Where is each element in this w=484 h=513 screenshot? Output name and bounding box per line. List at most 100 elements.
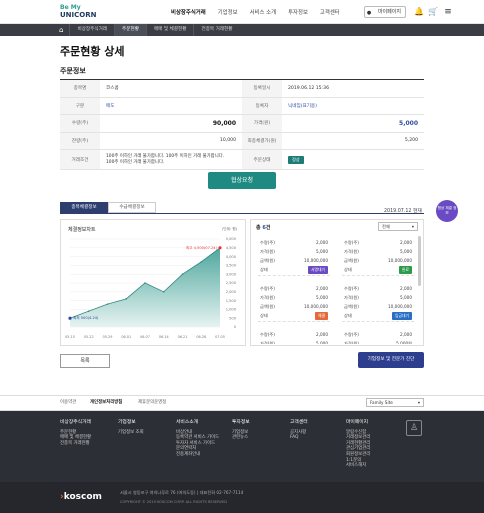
list-item[interactable]: 수량(주) 2,000 가격(원) 5,000 금액(원) 10,000,000 상태 완료: [338, 238, 418, 277]
footer-col-link[interactable]: FAQ: [290, 435, 308, 441]
y-tick-label: 500: [229, 316, 237, 320]
footer-col-link[interactable]: 서비스해지: [346, 463, 370, 469]
list-item-label: 금액(원): [260, 257, 275, 263]
list-item-value: 2,000: [400, 286, 412, 291]
nav-invest[interactable]: 투자정보: [288, 8, 308, 16]
breadcrumb-item-all-stocks[interactable]: 전종목 거래현황: [194, 24, 239, 36]
count-suffix: 건: [265, 225, 271, 231]
footer-col-heading[interactable]: 서비스소개: [176, 420, 219, 426]
list-item-label: 수량(주): [344, 331, 359, 337]
footer-col: 서비스소개 비상안내 등록약관 서비스 가이드 투자자 서비스 가이드 문의연락처 전용계…: [176, 420, 219, 458]
footer-col-link[interactable]: 전용계좌안내: [176, 452, 219, 458]
value-status-cell: 정상: [282, 150, 424, 169]
footer-col: 투자정보 기업정보 관련뉴스: [232, 420, 250, 441]
footer-col-heading[interactable]: 투자정보: [232, 420, 250, 426]
nav-support[interactable]: 고객센터: [320, 8, 340, 16]
y-tick-label: 2,500: [226, 281, 237, 285]
min-marker: [68, 316, 72, 320]
list-item[interactable]: 수량(주)2,000가격(원)5,000원금액(원)상태: [338, 330, 418, 345]
list-item-value: 5,000: [316, 341, 328, 344]
footer-col-link[interactable]: 기업정보 조회: [118, 430, 144, 436]
value-remain: 10,000: [219, 138, 236, 144]
company-info-button[interactable]: 기업정보 및 전문가 진단: [358, 352, 424, 368]
list-item[interactable]: 수량(주)2,000가격(원)5,000금액(원)상태: [254, 330, 334, 345]
chevron-down-icon: ▾: [417, 400, 420, 405]
footer-col-link[interactable]: 등록약관 서비스 가이드: [176, 435, 219, 441]
filter-select[interactable]: 전체 ▾: [378, 222, 418, 231]
footer-col-link[interactable]: 관련뉴스: [232, 435, 250, 441]
tab-supply-trades[interactable]: 수급체결정보: [108, 202, 156, 213]
page-title: 주문현황 상세: [60, 45, 125, 58]
list-button[interactable]: 목록: [60, 354, 110, 368]
footer-col-link[interactable]: 전종목 거래현황: [60, 441, 91, 447]
data-point: [106, 303, 109, 305]
nav-company[interactable]: 기업정보: [218, 8, 238, 16]
value-type: 매도: [106, 103, 115, 109]
list-item[interactable]: 수량(주) 2,000 가격(원) 5,000 금액(원) 10,000,000 상태 체결: [254, 284, 334, 323]
label-registrant: 등록자: [242, 97, 282, 114]
nav-trading[interactable]: 비상장주식거래: [171, 8, 206, 16]
list-item-value: 2,000: [400, 332, 412, 337]
footer-col-heading[interactable]: 고객센터: [290, 420, 308, 426]
footer-link-privacy[interactable]: 개인정보처리방침: [90, 399, 122, 405]
breadcrumb-item-order-status[interactable]: 주문현황: [115, 24, 147, 36]
footer-link-terms[interactable]: 이용약관: [60, 399, 76, 405]
family-site-select[interactable]: Family Site ▾: [366, 398, 424, 407]
max-marker: [218, 246, 222, 250]
x-tick-label: 05.22: [84, 335, 94, 339]
list-item-value: 10,000,000: [304, 258, 328, 263]
list-item-row-amount: 금액(원) 10,000,000: [254, 256, 334, 265]
list-item-value: 2,000: [316, 332, 328, 337]
list-item-row-price: 가격(원) 5,000: [338, 247, 418, 256]
trade-list: 수량(주) 2,000 가격(원) 5,000 금액(원) 10,000,000 상태 서명대…: [250, 234, 424, 344]
list-item[interactable]: 수량(주) 2,000 가격(원) 5,000 금액(원) 10,000,000 상태 서명대…: [254, 238, 334, 277]
trade-count: 총 6건: [256, 224, 270, 231]
negotiation-request-button[interactable]: 협상요청: [208, 172, 276, 189]
footer-col: 기업정보기업정보 조회: [118, 420, 144, 435]
list-item-label: 상태: [260, 312, 268, 318]
menu-icon[interactable]: ≡: [443, 7, 453, 17]
person-icon: ♙: [406, 420, 422, 436]
data-point: [200, 261, 203, 263]
footer-col-link[interactable]: 매매 및 체결현황: [60, 435, 91, 441]
footer-col-link[interactable]: 거래정보관리: [346, 435, 370, 441]
list-item[interactable]: 수량(주) 2,000 가격(원) 5,000 금액(원) 10,000,000 상태 입금대…: [338, 284, 418, 323]
notification-bell-icon[interactable]: 🔔: [414, 7, 424, 17]
nav-service[interactable]: 서비스 소개: [250, 8, 277, 16]
state-badge: 입금대기: [392, 311, 412, 320]
y-tick-label: 5,000: [226, 237, 237, 241]
list-scrollbar[interactable]: [418, 236, 421, 286]
negotiation-info-badge[interactable]: 협상 체결 정보: [436, 200, 458, 222]
as-of-date: 2019.07.12 현재: [384, 209, 422, 214]
x-tick-label: 06.01: [121, 335, 131, 339]
data-point: [181, 273, 184, 275]
breadcrumb-item-trading[interactable]: 비상장주식거래: [70, 24, 116, 36]
list-item-divider: [258, 275, 330, 276]
list-item-row-qty: 수량(주) 2,000: [254, 238, 334, 247]
tab-stock-trades[interactable]: 종목체결정보: [60, 202, 108, 213]
footer-col-heading[interactable]: 비상장주식거래: [60, 420, 91, 426]
footer-col-link[interactable]: 회원정보관리: [346, 452, 370, 458]
label-status: 주문상태: [242, 150, 282, 169]
footer-link-partnership[interactable]: 제휴문의운영정: [138, 399, 166, 405]
list-item-label: 상태: [344, 266, 352, 272]
home-icon[interactable]: ⌂: [53, 24, 71, 36]
tab-underline: [60, 213, 424, 214]
list-item-label: 가격(원): [260, 294, 275, 300]
family-site-label: Family Site: [370, 400, 393, 405]
breadcrumb-item-trades[interactable]: 매매 및 체결현황: [147, 24, 195, 36]
list-item-divider: [342, 275, 414, 276]
y-tick-label: 4,500: [226, 246, 237, 250]
value-last-price: 5,200: [404, 138, 418, 144]
cart-icon[interactable]: 🛒: [428, 7, 438, 17]
label-last-price: 최종체결가(원): [242, 132, 282, 149]
list-item-value: 5,000: [400, 249, 412, 254]
footer-col-heading[interactable]: 마이페이지: [346, 420, 370, 426]
list-item-row-state: 상태 입금대기: [338, 311, 418, 320]
value-qty: 90,000: [212, 119, 236, 127]
list-item-label: 수량(주): [344, 239, 359, 245]
footer-col-heading[interactable]: 기업정보: [118, 420, 144, 426]
list-item-value: 5,000: [400, 295, 412, 300]
breadcrumb: ⌂ 비상장주식거래 주문현황 매매 및 체결현황 전종목 거래현황: [53, 24, 240, 36]
be-my-unicorn-logo[interactable]: Be My UNICORN: [60, 4, 96, 22]
